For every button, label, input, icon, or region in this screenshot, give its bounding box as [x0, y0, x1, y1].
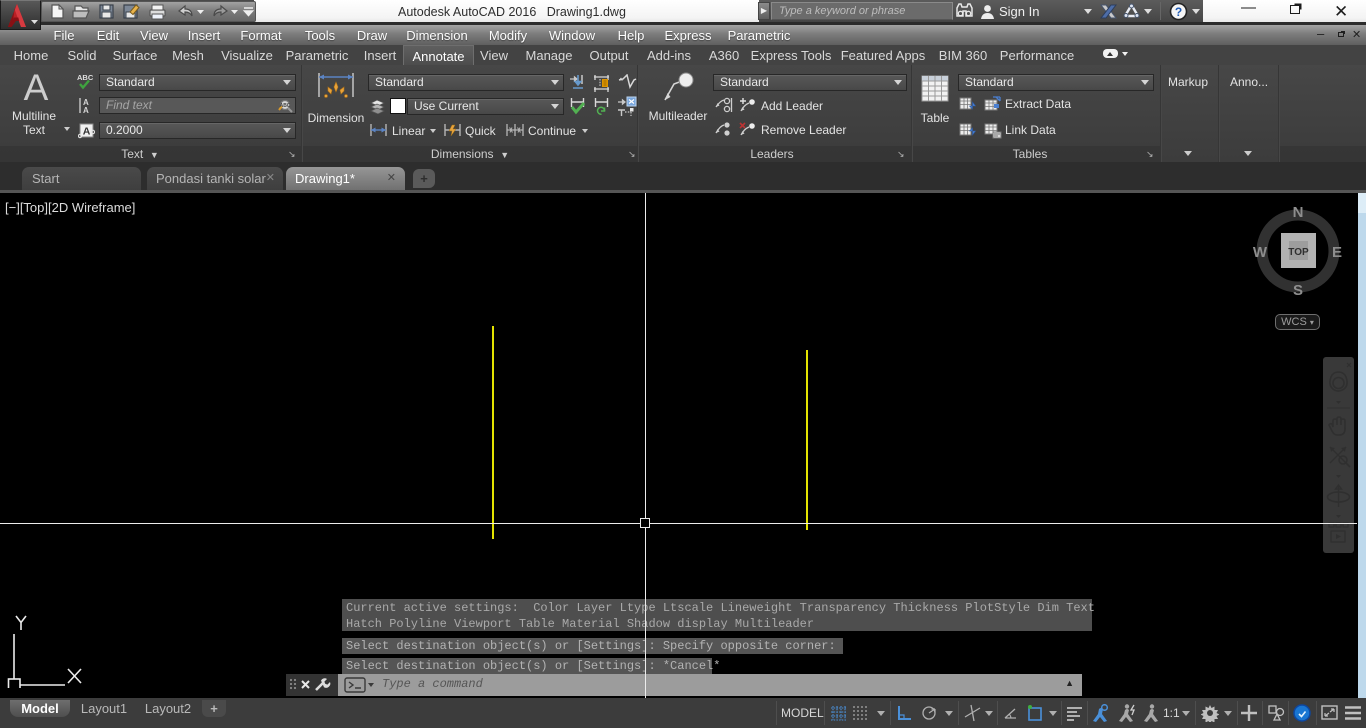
svg-text:A: A — [83, 106, 89, 114]
svg-text:ABC: ABC — [77, 73, 94, 82]
svg-text:W: W — [1253, 244, 1268, 261]
svg-text:A: A — [83, 126, 91, 138]
svg-text:TOP: TOP — [1288, 247, 1309, 258]
svg-text:?: ? — [1175, 5, 1182, 19]
svg-text:E: E — [1332, 244, 1342, 261]
svg-text:N: N — [1293, 205, 1304, 221]
svg-text:S: S — [1293, 282, 1303, 297]
svg-text:ABC: ABC — [280, 103, 291, 109]
